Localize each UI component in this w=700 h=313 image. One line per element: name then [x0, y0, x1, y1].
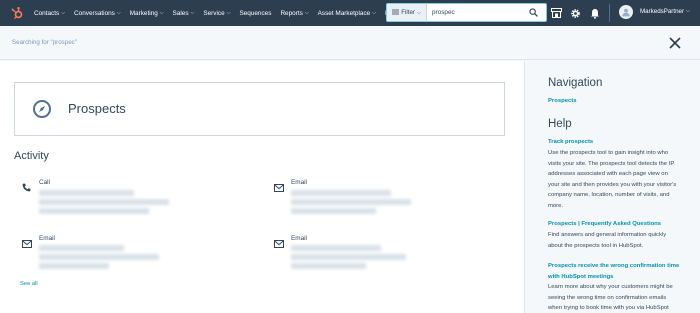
search-icon[interactable] [524, 4, 542, 21]
bell-icon[interactable] [588, 6, 602, 20]
nav-conversations-label: Conversations [74, 9, 115, 17]
nav-contacts-label: Contacts [34, 9, 60, 17]
nav-sales-label: Sales [172, 9, 189, 17]
nav-service-label: Service [203, 9, 225, 17]
activity-type-label: Email [291, 179, 307, 186]
close-icon[interactable] [666, 34, 684, 52]
redacted-text [291, 254, 406, 260]
help-link-track-prospects[interactable]: Track prospects [548, 139, 593, 145]
chevron-down-icon: ⌵ [61, 10, 66, 16]
help-text-line: company name, location, number of visits… [548, 192, 670, 199]
help-text-line: addresses associated with each page view… [548, 171, 668, 178]
redacted-text [39, 190, 134, 196]
phone-icon [22, 179, 32, 192]
help-text-wrong-confirmation-time: Learn more about why your customers migh… [548, 282, 688, 313]
redacted-text [39, 208, 149, 214]
compass-icon [32, 99, 52, 119]
redacted-text [291, 245, 381, 251]
redacted-text [291, 263, 366, 269]
redacted-text [291, 190, 391, 196]
search-results-header: Searching for "prospec" [0, 26, 700, 60]
help-sidebar: Navigation Prospects Help Track prospect… [526, 61, 700, 313]
nav-conversations[interactable]: Conversations ⌵ [74, 10, 121, 17]
help-text-line: visits your site. The prospects tool det… [548, 160, 675, 167]
activity-heading: Activity [14, 150, 49, 162]
redacted-text [39, 199, 169, 205]
nav-reports[interactable]: Reports ⌵ [280, 10, 308, 17]
nav-sales[interactable]: Sales ⌵ [173, 10, 195, 17]
nav-contacts[interactable]: Contacts ⌵ [34, 10, 65, 17]
nav-marketing[interactable]: Marketing ⌵ [130, 10, 164, 17]
help-text-line: Use the prospects tool to gain insight i… [548, 150, 669, 156]
help-text-faq: Find answers and general information qui… [548, 230, 688, 251]
searching-for-text: Searching for "prospec" [12, 39, 77, 46]
activity-type-label: Call [39, 179, 51, 186]
global-search-bar: Filter ⌵ [386, 3, 547, 22]
nav-service[interactable]: Service ⌵ [203, 10, 230, 17]
help-link-line: Prospects receive the wrong confirmation… [548, 263, 680, 269]
chevron-down-icon: ⌵ [226, 10, 231, 16]
marketplace-icon[interactable] [549, 6, 563, 20]
nav-reports-label: Reports [280, 9, 303, 17]
avatar[interactable] [619, 5, 633, 19]
help-text-line: your site and then provides you with you… [548, 181, 677, 188]
activity-item-email[interactable]: Email [22, 235, 252, 275]
help-text-line: Learn more about why your customers migh… [548, 284, 673, 290]
help-text-line: seeing the wrong time on confirmation em… [548, 294, 667, 301]
filter-label: Filter [401, 9, 415, 16]
search-filter-button[interactable]: Filter ⌵ [387, 4, 427, 21]
redacted-text [39, 254, 159, 260]
navigation-link-prospects[interactable]: Prospects [548, 98, 576, 104]
redacted-text [39, 263, 109, 269]
hubspot-logo-icon[interactable] [6, 0, 28, 26]
activity-item-call[interactable]: Call [22, 179, 252, 223]
see-all-link[interactable]: See all [20, 281, 38, 287]
chevron-down-icon: ⌵ [416, 9, 421, 16]
chevron-down-icon: ⌵ [372, 10, 376, 16]
chevron-down-icon[interactable]: ⌵ [686, 8, 690, 14]
help-link-wrong-confirmation-time[interactable]: Prospects receive the wrong confirmation… [548, 261, 679, 282]
chevron-down-icon: ⌵ [190, 10, 195, 16]
activity-type-label: Email [291, 235, 307, 242]
nav-marketing-label: Marketing [129, 9, 158, 17]
help-link-line: with HubSpot meetings [548, 273, 614, 280]
navigation-heading: Navigation [548, 77, 603, 89]
nav-sequences[interactable]: Sequences [239, 10, 271, 17]
nav-divider [609, 4, 610, 22]
filter-icon [392, 9, 400, 17]
help-link-faq[interactable]: Prospects | Frequently Asked Questions [548, 221, 661, 227]
activity-type-label: Email [39, 235, 55, 242]
result-title: Prospects [68, 101, 126, 116]
chevron-down-icon: ⌵ [116, 10, 121, 16]
nav-sequences-label: Sequences [239, 9, 272, 17]
result-card-prospects[interactable]: Prospects [14, 82, 505, 136]
redacted-text [291, 199, 411, 205]
activity-item-email[interactable]: Email [274, 179, 504, 223]
chevron-down-icon: ⌵ [159, 10, 164, 16]
envelope-icon [274, 179, 284, 192]
activity-item-email[interactable]: Email [274, 235, 504, 275]
search-results-main: Prospects Activity Call Email Email Emai… [0, 61, 525, 313]
envelope-icon [22, 235, 32, 248]
help-text-track-prospects: Use the prospects tool to gain insight i… [548, 148, 688, 212]
nav-asset-marketplace[interactable]: Asset Marketplace ⌵ [318, 10, 376, 17]
search-input[interactable] [432, 9, 524, 16]
nav-asset-marketplace-label: Asset Marketplace [317, 9, 371, 17]
help-text-line: about the prospects tool in HubSpot. [548, 242, 644, 249]
redacted-text [39, 245, 124, 251]
gear-icon[interactable] [568, 6, 582, 20]
help-text-line: when trying to book time with you via Hu… [548, 305, 669, 312]
chevron-down-icon: ⌵ [304, 10, 309, 16]
help-text-line: more. [548, 202, 564, 209]
help-text-line: Find answers and general information qui… [548, 232, 667, 238]
account-name[interactable]: MarkedsPartner [640, 8, 684, 15]
help-heading: Help [548, 118, 572, 130]
envelope-icon [274, 235, 284, 248]
redacted-text [291, 208, 376, 214]
